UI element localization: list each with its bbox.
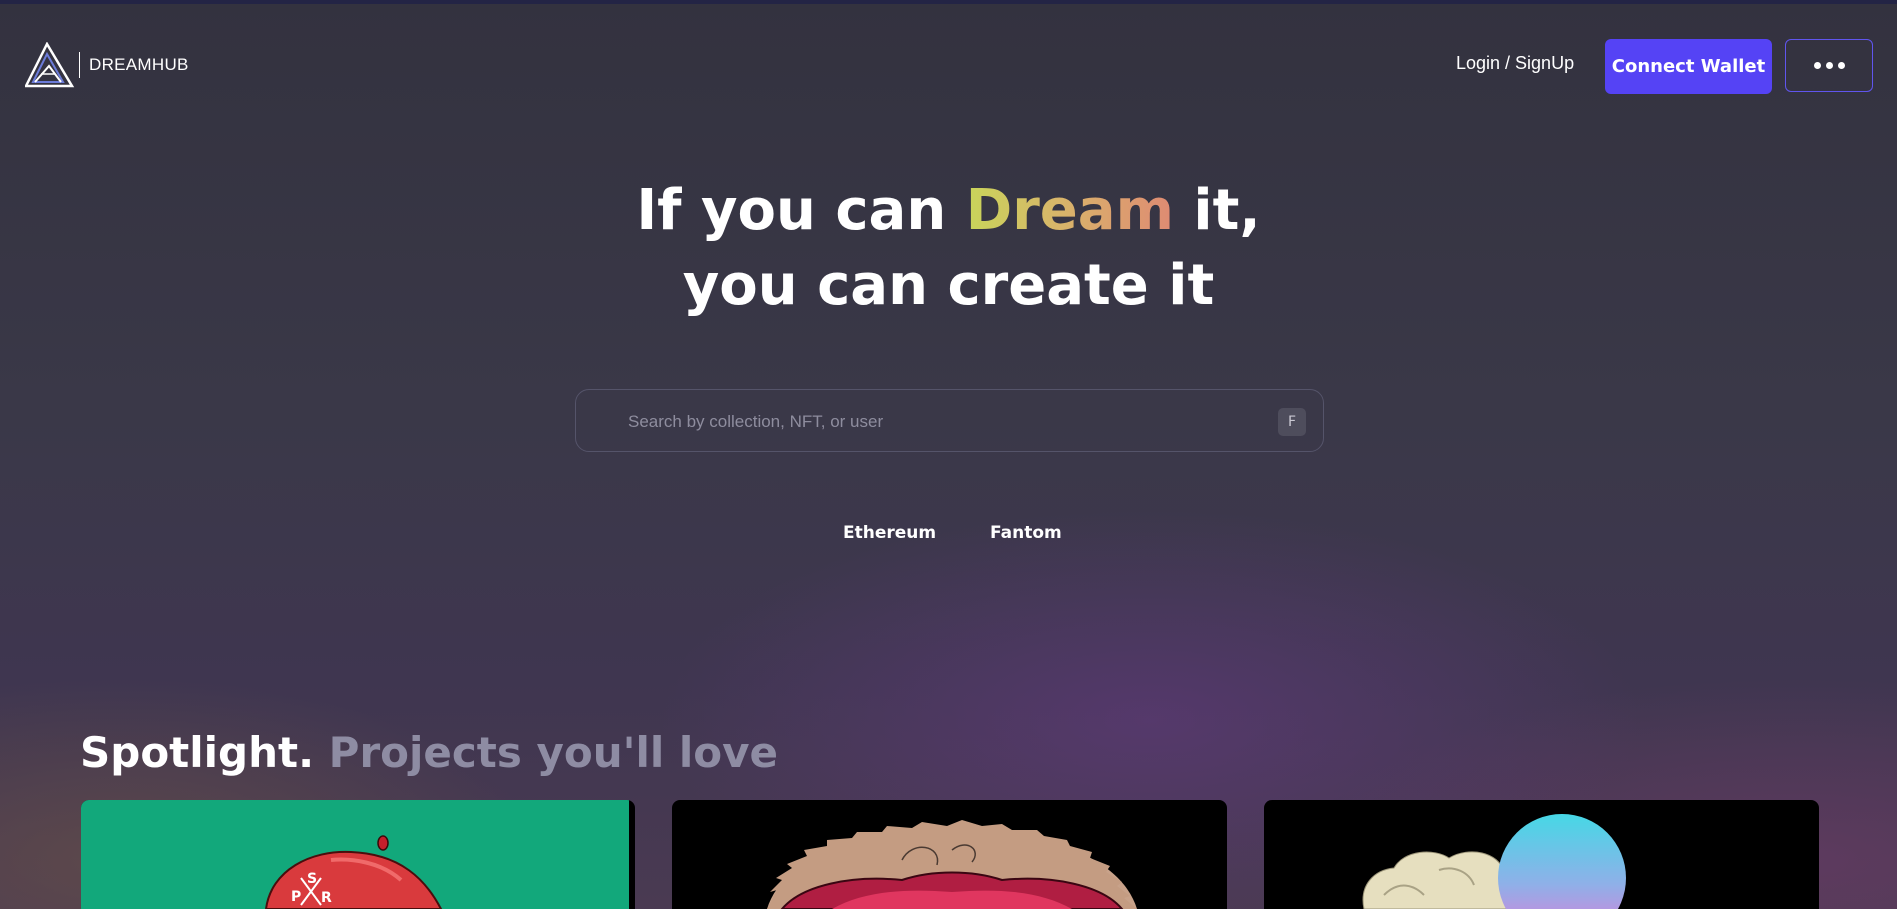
spotlight-card[interactable] <box>672 800 1227 909</box>
spotlight-title: Spotlight. <box>80 728 315 777</box>
brand-logo[interactable]: DREAMHUB <box>25 42 189 88</box>
hero-highlight: Dream <box>965 178 1174 243</box>
chain-tab-ethereum[interactable]: Ethereum <box>843 523 936 543</box>
search-shortcut-key: F <box>1278 408 1306 436</box>
hero-prefix: If you can <box>636 178 966 243</box>
svg-text:R: R <box>321 890 332 906</box>
hero-suffix: it, <box>1173 178 1261 243</box>
more-menu-button[interactable] <box>1785 39 1873 92</box>
card-image <box>1362 814 1626 909</box>
search-box[interactable]: F <box>575 389 1324 452</box>
brand-name: DREAMHUB <box>89 55 189 74</box>
search-input[interactable] <box>626 408 1230 436</box>
top-border <box>0 0 1897 4</box>
hero-headline-line1: If you can Dream it, <box>0 183 1897 239</box>
connect-wallet-button[interactable]: Connect Wallet <box>1605 39 1772 94</box>
spotlight-card[interactable]: S P R <box>81 800 635 909</box>
more-dots-icon <box>1825 62 1833 69</box>
spotlight-heading: Spotlight. Projects you'll love <box>80 728 778 777</box>
spotlight-subtitle: Projects you'll love <box>328 728 779 777</box>
login-signup-link[interactable]: Login / SignUp <box>1456 53 1574 74</box>
spotlight-card[interactable] <box>1264 800 1819 909</box>
chain-tab-fantom[interactable]: Fantom <box>990 523 1062 543</box>
more-dots-icon <box>1813 62 1821 69</box>
logo-divider <box>79 52 80 78</box>
svg-text:P: P <box>291 889 301 905</box>
card-image: S P R <box>81 800 629 909</box>
card-image <box>767 820 1137 909</box>
hero-headline-line2: you can create it <box>682 253 1215 318</box>
red-cap-artwork: S P R <box>264 835 443 909</box>
more-dots-icon <box>1837 62 1845 69</box>
triangle-logo-icon <box>25 42 75 88</box>
